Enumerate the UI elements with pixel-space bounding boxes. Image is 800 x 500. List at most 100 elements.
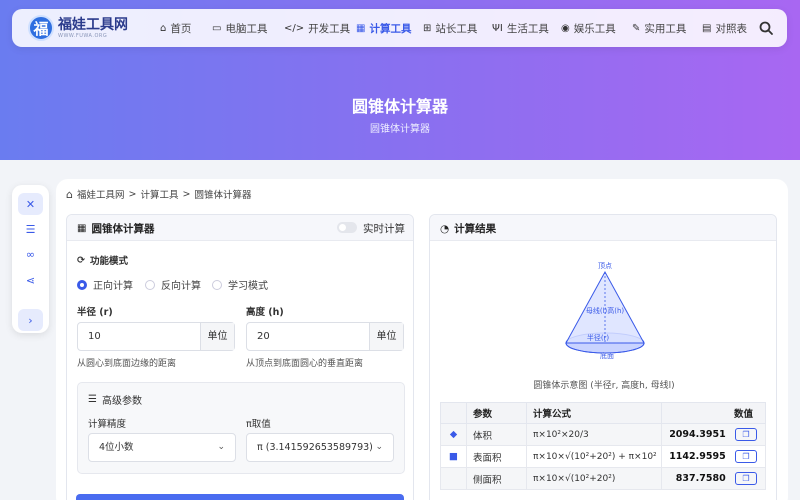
result-card: ◔ 计算结果 顶点 母线(l)高(h) 半径(r) 底面 圆锥体示意图 (半径r… [429,214,777,500]
nav-label: 生活工具 [506,22,549,35]
value-text: 837.7580 [675,473,726,484]
floating-sidebar: ✕ ☰ ∞ ⋖ › [12,185,49,333]
main-content: ⌂ 福娃工具网 > 计算工具 > 圆锥体计算器 ▦ 圆锥体计算器 实时计算 ⟳ … [56,179,788,500]
result-table: 参数 计算公式 数值 ◆ 体积 π×10²×20/3 2094.3951 ❐ ■… [440,402,766,490]
nav-pc-tools[interactable]: ▭ 电脑工具 [212,9,267,47]
copy-icon[interactable]: ❐ [735,472,757,485]
slant-label: 母线(l)高(h) [586,306,625,315]
table-header: 数值 [661,402,766,424]
tools-icon[interactable]: ✕ [18,193,43,215]
table-row: 侧面积 π×10×√(10²+20²) 837.7580 ❐ [440,467,766,490]
chevron-down-icon: ⌄ [375,442,383,452]
chevron-right-icon[interactable]: › [18,309,43,331]
cube-icon: ◆ [440,423,467,446]
site-name: 福娃工具网 [58,16,128,33]
height-value[interactable]: 20 [247,323,369,350]
link-icon[interactable]: ∞ [18,243,43,265]
pi-select[interactable]: π (3.141592653589793) ⌄ [246,433,394,462]
realtime-label: 实时计算 [363,223,405,235]
nav-fun-tools[interactable]: ◉ 娱乐工具 [561,9,616,47]
param-name: 侧面积 [466,467,527,490]
radius-value[interactable]: 10 [78,323,200,350]
nav-reference-tables[interactable]: ▤ 对照表 [702,9,747,47]
result-header: ◔ 计算结果 [430,215,776,241]
share-icon[interactable]: ⋖ [18,269,43,291]
table-header-row: 参数 计算公式 数值 [440,402,766,424]
calculator-header: ▦ 圆锥体计算器 实时计算 [67,215,413,241]
wrench-icon: ✎ [632,22,641,34]
page-title: 圆锥体计算器 [351,97,448,116]
formula: π×10×√(10²+20²) + π×10² [526,445,662,468]
home-icon[interactable]: ⌂ [66,188,73,201]
result-value: 2094.3951 ❐ [661,423,766,446]
precision-value: 4位小数 [99,442,134,453]
search-icon[interactable] [758,20,774,36]
breadcrumb-current: 圆锥体计算器 [194,190,252,201]
table-icon: ▤ [702,22,712,34]
copy-icon[interactable]: ❐ [735,428,757,441]
desktop-icon: ▭ [212,22,222,34]
value-text: 2094.3951 [669,429,726,440]
table-header-icon [440,402,467,424]
radio-label: 学习模式 [228,281,268,292]
radius-label: 半径 (r) [77,307,113,318]
calculator-icon: ▦ [77,223,87,234]
mode-section-title: ⟳ 功能模式 [77,253,128,268]
nav-calc-tools[interactable]: ▦ 计算工具 [356,9,411,47]
table-row: ◆ 体积 π×10²×20/3 2094.3951 ❐ [440,423,766,446]
breadcrumb-category[interactable]: 计算工具 [140,187,178,201]
result-title: 计算结果 [454,223,497,235]
breadcrumb-home[interactable]: 福娃工具网 [77,187,125,201]
breadcrumb: ⌂ 福娃工具网 > 计算工具 > 圆锥体计算器 [66,187,255,202]
pi-value: π (3.141592653589793) [257,442,373,453]
table-row: ■ 表面积 π×10×√(10²+20²) + π×10² 1142.9595 … [440,445,766,468]
precision-select[interactable]: 4位小数 ⌄ [88,433,236,462]
logo-icon: 福 [28,15,54,41]
gamepad-icon: ◉ [561,22,570,34]
diagram-caption: 圆锥体示意图 (半径r, 高度h, 母线l) [533,381,675,391]
formula: π×10×√(10²+20²) [526,467,662,490]
advanced-params: ☰ 高级参数 计算精度 4位小数 ⌄ π取值 π (3.141592653589… [77,382,405,474]
calculator-title: 圆锥体计算器 [91,223,155,235]
calculate-button[interactable] [76,494,404,500]
radius-diagram-label: 半径(r) [587,333,610,342]
code-icon: </> [284,22,305,34]
sliders-icon: ☰ [88,394,97,405]
copy-icon[interactable]: ❐ [735,450,757,463]
height-input[interactable]: 20 单位 [246,322,404,351]
nav-home[interactable]: ⌂ 首页 [160,9,191,47]
nav-webmaster-tools[interactable]: ⊞ 站长工具 [423,9,477,47]
list-icon[interactable]: ☰ [18,218,43,240]
radio-unselected [145,279,155,290]
table-header: 计算公式 [526,402,662,424]
apex-label: 顶点 [598,262,612,270]
sitemap-icon: ⊞ [423,22,432,34]
nav-life-tools[interactable]: ΨΙ 生活工具 [492,9,549,47]
mode-radio-learn[interactable]: 学习模式 [212,277,268,292]
formula: π×10²×20/3 [526,423,662,446]
mode-radio-reverse[interactable]: 反向计算 [145,277,201,292]
param-name: 体积 [466,423,527,446]
realtime-toggle[interactable] [337,222,357,233]
nav-label: 电脑工具 [225,22,268,35]
height-hint: 从顶点到底面圆心的垂直距离 [246,359,364,369]
radius-hint: 从圆心到底面边缘的距离 [77,359,177,369]
sync-icon: ⟳ [77,254,85,266]
mode-radio-forward[interactable]: 正向计算 [77,277,133,292]
calculator-card: ▦ 圆锥体计算器 实时计算 ⟳ 功能模式 正向计算 反向计算 学习模式 半径 (… [66,214,414,500]
breadcrumb-separator: > [182,188,191,200]
chevron-down-icon: ⌄ [217,442,225,452]
mode-label: 功能模式 [89,256,128,267]
radio-label: 正向计算 [93,281,133,292]
height-label: 高度 (h) [246,307,284,318]
advanced-label: 高级参数 [101,396,142,407]
calculator-icon: ▦ [356,22,366,34]
radius-input[interactable]: 10 单位 [77,322,235,351]
site-logo[interactable]: 福 福娃工具网 WWW.FUWA.ORG [28,15,128,41]
radio-label: 反向计算 [161,281,201,292]
nav-dev-tools[interactable]: </> 开发工具 [284,9,350,47]
nav-practical-tools[interactable]: ✎ 实用工具 [632,9,686,47]
utensils-icon: ΨΙ [492,22,503,34]
nav-label: 首页 [170,22,192,35]
nav-label: 对照表 [715,22,747,35]
